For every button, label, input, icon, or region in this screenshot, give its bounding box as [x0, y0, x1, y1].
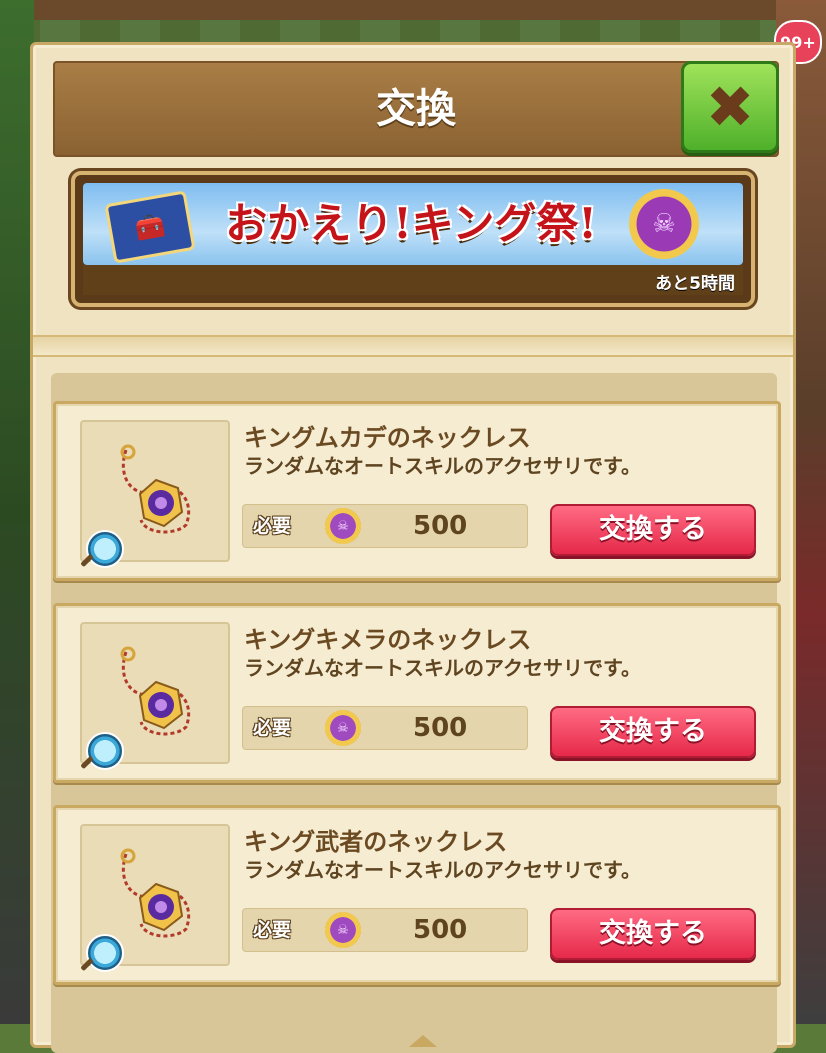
king-medal-icon: ☠ — [325, 912, 361, 948]
cost-box: 必要 ☠ 500 — [242, 504, 528, 548]
exchange-item-card: キングキメラのネックレス ランダムなオートスキルのアクセサリです。 必要 ☠ 5… — [53, 603, 781, 783]
event-title: おかえり!キング祭! — [225, 199, 597, 248]
exchange-button[interactable]: 交換する — [550, 908, 756, 960]
necklace-icon — [120, 646, 191, 736]
banner-strip — [83, 265, 743, 295]
cost-label: 必要 — [253, 515, 292, 537]
event-countdown: あと5時間 — [655, 274, 735, 294]
item-description: ランダムなオートスキルのアクセサリです。 — [244, 454, 641, 478]
king-medal-icon: ☠ — [325, 710, 361, 746]
ticket-icon: 🧰 — [104, 190, 196, 264]
item-thumbnail[interactable] — [80, 420, 230, 568]
king-medal-icon: ☠ — [325, 508, 361, 544]
cost-value: 500 — [413, 511, 468, 541]
exchange-button[interactable]: 交換する — [550, 504, 756, 556]
divider — [33, 335, 793, 357]
item-description: ランダムなオートスキルのアクセサリです。 — [244, 858, 641, 882]
event-banner[interactable]: 🧰 おかえり!キング祭! ☠ あと5時間 — [71, 171, 755, 307]
magnifier-icon[interactable] — [86, 530, 124, 568]
cost-label: 必要 — [253, 919, 292, 941]
item-thumbnail[interactable] — [80, 824, 230, 972]
item-name: キングキメラのネックレス — [244, 626, 532, 654]
item-description: ランダムなオートスキルのアクセサリです。 — [244, 656, 641, 680]
close-icon: ✖ — [705, 73, 755, 141]
close-button[interactable]: ✖ — [681, 61, 779, 153]
item-thumbnail[interactable] — [80, 622, 230, 770]
cost-value: 500 — [413, 713, 468, 743]
cost-label: 必要 — [253, 717, 292, 739]
scroll-indicator — [409, 1035, 437, 1047]
exchange-item-card: キングムカデのネックレス ランダムなオートスキルのアクセサリです。 必要 ☠ 5… — [53, 401, 781, 581]
background-left-edge — [0, 0, 34, 1024]
title-bar: 交換 — [53, 61, 779, 157]
necklace-icon — [120, 848, 191, 938]
exchange-dialog: 交換 ✖ 🧰 おかえり!キング祭! ☠ あと5時間 キングムカデのネックレス ラ… — [30, 42, 796, 1053]
item-name: キング武者のネックレス — [244, 828, 508, 856]
necklace-icon — [120, 444, 191, 534]
exchange-button[interactable]: 交換する — [550, 706, 756, 758]
dialog-title: 交換 — [376, 86, 456, 132]
cost-box: 必要 ☠ 500 — [242, 706, 528, 750]
cost-value: 500 — [413, 915, 468, 945]
magnifier-icon[interactable] — [86, 732, 124, 770]
exchange-item-card: キング武者のネックレス ランダムなオートスキルのアクセサリです。 必要 ☠ 50… — [53, 805, 781, 985]
cost-box: 必要 ☠ 500 — [242, 908, 528, 952]
banner-image: 🧰 おかえり!キング祭! ☠ — [83, 183, 743, 265]
item-name: キングムカデのネックレス — [244, 424, 531, 452]
king-medal-icon: ☠ — [629, 189, 699, 259]
magnifier-icon[interactable] — [86, 934, 124, 972]
